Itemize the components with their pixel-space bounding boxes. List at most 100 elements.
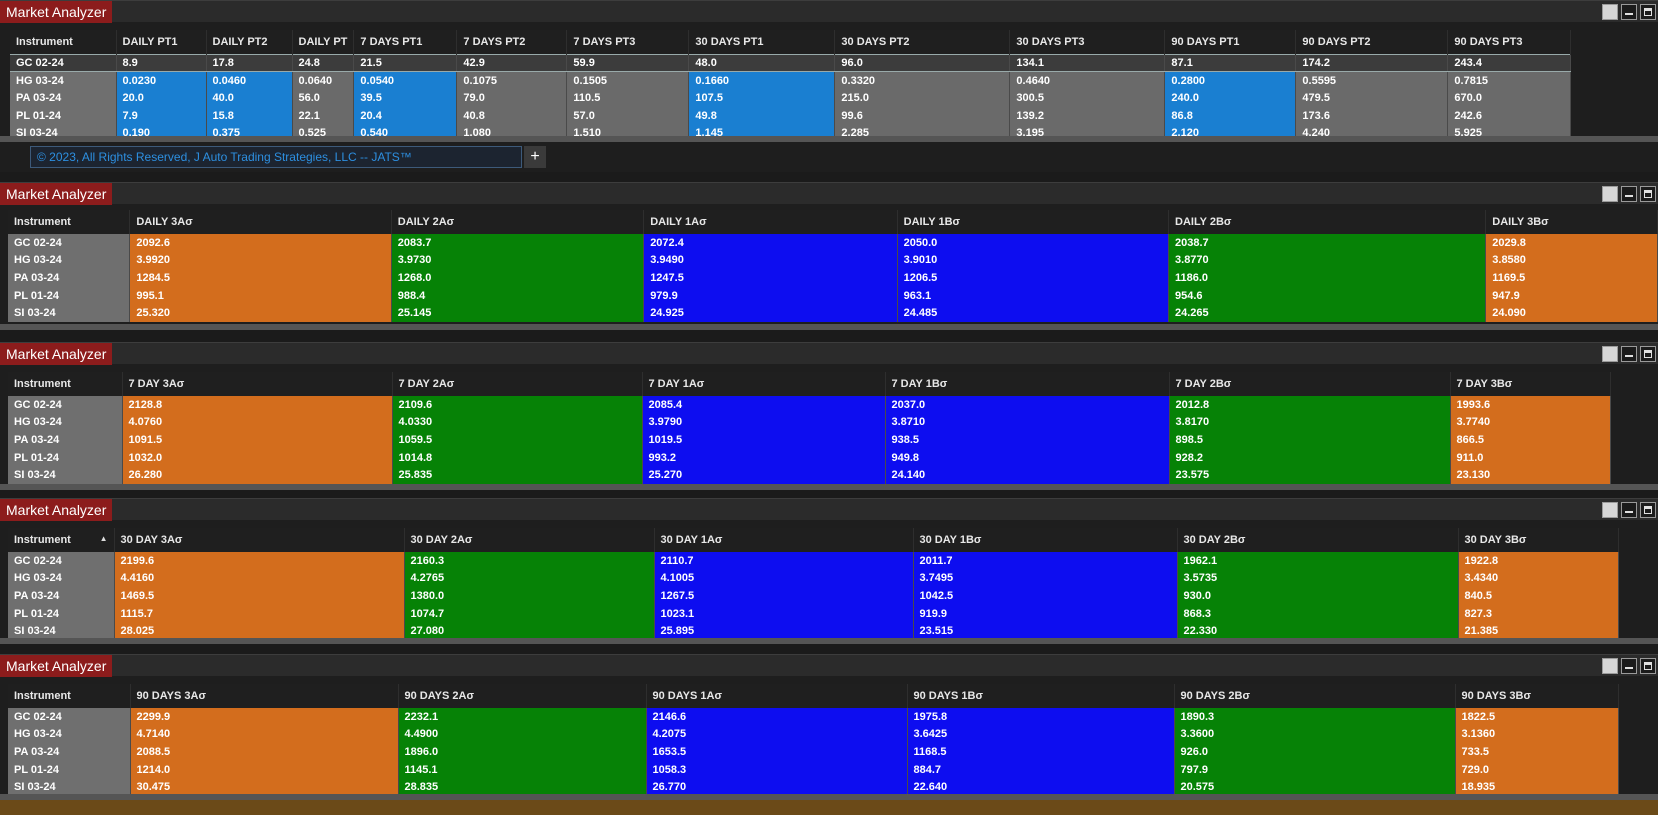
value-cell[interactable]: 1091.5 <box>122 431 393 449</box>
value-cell[interactable]: 24.485 <box>897 304 1170 322</box>
value-cell[interactable]: 87.1 <box>1164 53 1297 73</box>
column-header[interactable]: 30 DAY 3Aσ <box>114 528 405 552</box>
value-cell[interactable]: 4.0760 <box>122 413 393 432</box>
maximize-window-icon[interactable] <box>1640 346 1656 362</box>
value-cell[interactable]: 240.0 <box>1164 89 1297 107</box>
value-cell[interactable]: 110.5 <box>566 89 690 107</box>
value-cell[interactable]: 3.7740 <box>1450 413 1611 432</box>
column-header[interactable]: 90 DAYS 3Bσ <box>1455 684 1619 708</box>
value-cell[interactable]: 1023.1 <box>654 604 914 623</box>
value-cell[interactable]: 86.8 <box>1164 106 1297 125</box>
column-header[interactable]: DAILY 2Bσ <box>1168 210 1487 234</box>
value-cell[interactable]: 1074.7 <box>404 604 655 623</box>
minimize-window-icon[interactable] <box>1621 4 1637 20</box>
add-tab-button[interactable]: + <box>524 146 546 168</box>
value-cell[interactable]: 911.0 <box>1450 448 1611 467</box>
column-header[interactable]: 7 DAY 2Bσ <box>1169 372 1451 396</box>
value-cell[interactable]: 3.5735 <box>1177 569 1459 588</box>
value-cell[interactable]: 242.6 <box>1447 106 1572 125</box>
instrument-cell[interactable]: GC 02-24 <box>8 234 131 252</box>
panel-titlebar[interactable]: Market Analyzer <box>0 342 1658 365</box>
value-cell[interactable]: 4.2075 <box>646 725 908 744</box>
panel-titlebar[interactable]: Market Analyzer <box>0 654 1658 677</box>
instrument-cell[interactable]: HG 03-24 <box>10 71 117 90</box>
value-cell[interactable]: 0.0460 <box>206 71 293 90</box>
value-cell[interactable]: 0.1075 <box>456 71 568 90</box>
value-cell[interactable]: 3.3600 <box>1174 725 1456 744</box>
value-cell[interactable]: 243.4 <box>1447 53 1572 73</box>
horizontal-scrollbar[interactable] <box>0 324 1658 330</box>
maximize-window-icon[interactable] <box>1640 186 1656 202</box>
copyright-tab[interactable]: © 2023, All Rights Reserved, J Auto Trad… <box>30 146 522 168</box>
value-cell[interactable]: 96.0 <box>834 53 1011 73</box>
value-cell[interactable]: 2299.9 <box>130 708 399 726</box>
table-row[interactable]: PA 03-24 1091.5 1059.5 1019.5 938.5 898.5 866.… <box>8 431 1611 449</box>
value-cell[interactable]: 4.0330 <box>392 413 643 432</box>
value-cell[interactable]: 797.9 <box>1174 760 1456 779</box>
value-cell[interactable]: 1469.5 <box>114 587 405 605</box>
table-row[interactable]: HG 03-24 4.7140 4.4900 4.2075 3.6425 3.3600 3.… <box>8 725 1619 744</box>
value-cell[interactable]: 3.9010 <box>897 251 1170 270</box>
instrument-cell[interactable]: GC 02-24 <box>10 53 117 73</box>
value-cell[interactable]: 1206.5 <box>897 269 1170 287</box>
column-header[interactable]: DAILY 3Bσ <box>1485 210 1658 234</box>
value-cell[interactable]: 0.0230 <box>116 71 207 90</box>
value-cell[interactable]: 1268.0 <box>391 269 645 287</box>
value-cell[interactable]: 174.2 <box>1295 53 1449 73</box>
value-cell[interactable]: 1993.6 <box>1450 396 1611 414</box>
column-header[interactable]: 90 DAYS 2Bσ <box>1174 684 1456 708</box>
table-row[interactable]: PL 01-24 1032.0 1014.8 993.2 949.8 928.2 911.0 <box>8 448 1611 467</box>
column-header[interactable]: 90 DAYS PT3 <box>1447 30 1572 54</box>
value-cell[interactable]: 21.5 <box>353 53 458 73</box>
value-cell[interactable]: 0.0540 <box>353 71 458 90</box>
value-cell[interactable]: 2083.7 <box>391 234 645 252</box>
instrument-cell[interactable]: SI 03-24 <box>8 466 123 484</box>
value-cell[interactable]: 2037.0 <box>885 396 1170 414</box>
value-cell[interactable]: 24.8 <box>292 53 355 73</box>
restore-window-icon[interactable] <box>1602 4 1618 20</box>
column-header[interactable]: 30 DAY 3Bσ <box>1458 528 1619 552</box>
value-cell[interactable]: 22.1 <box>292 106 355 125</box>
value-cell[interactable]: 49.8 <box>688 106 836 125</box>
value-cell[interactable]: 48.0 <box>688 53 836 73</box>
value-cell[interactable]: 729.0 <box>1455 760 1619 779</box>
value-cell[interactable]: 139.2 <box>1009 106 1166 125</box>
column-header[interactable]: 30 DAY 1Bσ <box>913 528 1178 552</box>
value-cell[interactable]: 2232.1 <box>398 708 647 726</box>
value-cell[interactable]: 979.9 <box>643 286 898 305</box>
value-cell[interactable]: 25.145 <box>391 304 645 322</box>
value-cell[interactable]: 0.3320 <box>834 71 1011 90</box>
value-cell[interactable]: 23.575 <box>1169 466 1451 484</box>
table-row[interactable]: PL 01-24 7.9 15.8 22.1 20.4 40.8 57.0 49.8 99.6 1… <box>10 106 1572 125</box>
table-row[interactable]: GC 02-24 8.9 17.8 24.8 21.5 42.9 59.9 48.0 96.0 1… <box>10 53 1572 73</box>
value-cell[interactable]: 3.9920 <box>129 251 392 270</box>
maximize-window-icon[interactable] <box>1640 502 1656 518</box>
value-cell[interactable]: 1019.5 <box>642 431 886 449</box>
instrument-cell[interactable]: PL 01-24 <box>8 760 131 779</box>
value-cell[interactable]: 993.2 <box>642 448 886 467</box>
value-cell[interactable]: 479.5 <box>1295 89 1449 107</box>
sort-ascending-icon[interactable]: ▲ <box>100 534 108 543</box>
value-cell[interactable]: 930.0 <box>1177 587 1459 605</box>
restore-window-icon[interactable] <box>1602 502 1618 518</box>
value-cell[interactable]: 4.4900 <box>398 725 647 744</box>
value-cell[interactable]: 2110.7 <box>654 552 914 570</box>
value-cell[interactable]: 57.0 <box>566 106 690 125</box>
table-row[interactable]: PA 03-24 1469.5 1380.0 1267.5 1042.5 930.0 840… <box>8 587 1619 605</box>
value-cell[interactable]: 1896.0 <box>398 743 647 761</box>
value-cell[interactable]: 2128.8 <box>122 396 393 414</box>
column-header[interactable]: 90 DAYS PT2 <box>1295 30 1449 54</box>
table-row[interactable]: PL 01-24 1115.7 1074.7 1023.1 919.9 868.3 827.… <box>8 604 1619 623</box>
value-cell[interactable]: 42.9 <box>456 53 568 73</box>
column-header[interactable]: 30 DAY 2Bσ <box>1177 528 1459 552</box>
value-cell[interactable]: 17.8 <box>206 53 293 73</box>
value-cell[interactable]: 7.9 <box>116 106 207 125</box>
value-cell[interactable]: 3.8710 <box>885 413 1170 432</box>
column-header[interactable]: DAILY 2Aσ <box>391 210 645 234</box>
value-cell[interactable]: 79.0 <box>456 89 568 107</box>
value-cell[interactable]: 1058.3 <box>646 760 908 779</box>
value-cell[interactable]: 24.925 <box>643 304 898 322</box>
value-cell[interactable]: 2072.4 <box>643 234 898 252</box>
column-header-instrument[interactable]: Instrument <box>8 372 123 396</box>
value-cell[interactable]: 2038.7 <box>1168 234 1487 252</box>
